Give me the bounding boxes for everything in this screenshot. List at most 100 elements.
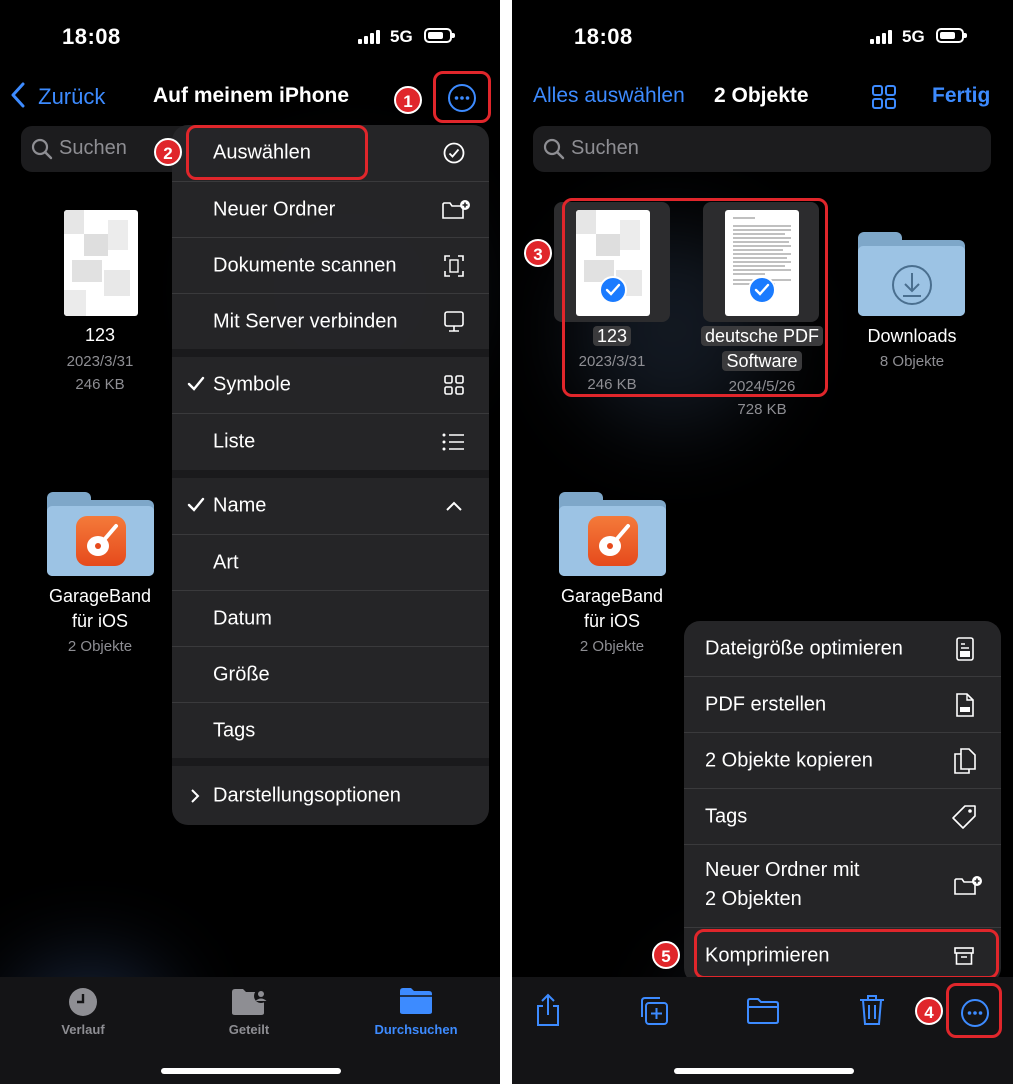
grid-icon (444, 375, 464, 395)
search-icon (543, 138, 565, 160)
annotation-badge-4: 4 (915, 997, 943, 1025)
battery-icon (424, 28, 455, 43)
tab-geteilt[interactable]: Geteilt (189, 977, 309, 1057)
done-button[interactable]: Fertig (932, 84, 990, 108)
folder-name-line2: für iOS (71, 611, 128, 631)
list-icon (442, 433, 464, 451)
trash-icon[interactable] (858, 993, 886, 1027)
folder-meta: 8 Objekte (879, 353, 945, 370)
share-icon[interactable] (535, 993, 561, 1027)
toolbar (512, 977, 1013, 1084)
tab-bar: Verlauf Geteilt Durchsuchen (0, 977, 500, 1084)
menu-label: Neuer Ordner (213, 198, 336, 220)
copy-docs-icon (954, 747, 976, 774)
file-size: 246 KB (75, 376, 125, 393)
folder-icon (400, 988, 432, 1014)
back-button[interactable]: Zurück (10, 82, 105, 110)
annotation-badge-1: 1 (394, 86, 422, 114)
menu-label: Mit Server verbinden (213, 310, 398, 332)
back-label: Zurück (38, 84, 106, 109)
select-all-button[interactable]: Alles auswählen (533, 84, 685, 108)
menu-label: PDF erstellen (705, 693, 827, 715)
menu-item-tags[interactable]: Tags (172, 703, 489, 758)
shared-folder-icon (232, 989, 268, 1015)
tab-label: Geteilt (228, 1022, 270, 1037)
folder-plus-icon (442, 199, 470, 219)
menu-item-dokumente-scannen[interactable]: Dokumente scannen (172, 238, 489, 293)
battery-icon (936, 28, 967, 43)
annotation-box-1 (433, 71, 491, 123)
move-folder-icon[interactable] (746, 997, 780, 1025)
annotation-badge-2: 2 (154, 138, 182, 166)
menu-item-neuer-ordner-mit-objekten[interactable]: Neuer Ordner mit 2 Objekten (684, 845, 1001, 927)
menu-label: Liste (213, 430, 256, 453)
menu-item-objekte-kopieren[interactable]: 2 Objekte kopieren (684, 733, 1001, 788)
tab-durchsuchen[interactable]: Durchsuchen (356, 977, 476, 1057)
folder-name-line2: für iOS (583, 611, 640, 631)
menu-item-liste[interactable]: Liste (172, 414, 489, 470)
network-label: 5G (390, 27, 413, 46)
grid-view-icon[interactable] (871, 84, 897, 110)
menu-item-pdf-erstellen[interactable]: PDF erstellen (684, 677, 1001, 732)
menu-item-neuer-ordner[interactable]: Neuer Ordner (172, 182, 489, 237)
menu-item-name[interactable]: Name (172, 478, 489, 534)
checkmark-icon (187, 497, 205, 512)
status-time: 18:08 (62, 24, 121, 49)
search-icon (31, 138, 53, 160)
home-indicator (674, 1068, 854, 1074)
right-screen: 18:08 5G Alles auswählen 2 Objekte Ferti… (512, 0, 1013, 1084)
clock-icon (69, 988, 97, 1016)
menu-item-symbole[interactable]: Symbole (172, 357, 489, 413)
folder-name-line1: GarageBand (560, 586, 664, 606)
file-name: 123 (84, 325, 116, 345)
home-indicator (161, 1068, 341, 1074)
folder-name: Downloads (867, 326, 957, 346)
menu-label: Größe (213, 663, 270, 685)
page-title: 2 Objekte (714, 84, 809, 107)
menu-label-line1: Neuer Ordner mit (705, 859, 860, 881)
menu-item-groesse[interactable]: Größe (172, 647, 489, 702)
garageband-icon (76, 516, 126, 566)
context-menu: Auswählen Neuer Ordner Dokumente scannen… (172, 125, 489, 825)
annotation-box-3 (562, 198, 828, 397)
menu-item-darstellungsoptionen[interactable]: Darstellungsoptionen (172, 766, 489, 825)
menu-item-art[interactable]: Art (172, 535, 489, 590)
menu-item-mit-server-verbinden[interactable]: Mit Server verbinden (172, 294, 489, 349)
resize-doc-icon (956, 636, 974, 661)
menu-label: Art (213, 551, 239, 573)
menu-label-line2: 2 Objekten (705, 888, 802, 910)
menu-label: Tags (213, 719, 256, 741)
annotation-box-2 (186, 125, 368, 180)
search-placeholder: Suchen (59, 137, 127, 159)
annotation-box-5 (694, 929, 999, 979)
signal-icon (870, 30, 892, 44)
page-title: Auf meinem iPhone (153, 84, 350, 107)
checkmark-circle-icon (443, 142, 465, 164)
menu-item-dateigroesse-optimieren[interactable]: Dateigröße optimieren (684, 621, 1001, 676)
menu-label: Dokumente scannen (213, 254, 397, 276)
garageband-icon (588, 516, 638, 566)
chevron-right-icon (191, 789, 200, 803)
folder-name-line1: GarageBand (48, 586, 152, 606)
tab-label: Verlauf (61, 1022, 105, 1037)
tag-icon (952, 804, 976, 829)
file-date: 2023/3/31 (66, 353, 134, 370)
display-icon (444, 310, 464, 332)
duplicate-icon[interactable] (638, 995, 670, 1027)
tab-label: Durchsuchen (374, 1022, 458, 1037)
menu-label: Darstellungsoptionen (213, 784, 401, 806)
annotation-box-4 (946, 983, 1002, 1038)
annotation-badge-3: 3 (524, 239, 552, 267)
annotation-badge-5: 5 (652, 941, 680, 969)
file-thumbnail[interactable] (64, 210, 138, 316)
menu-label: 2 Objekte kopieren (705, 749, 873, 771)
search-field[interactable]: Suchen (533, 126, 991, 172)
chevron-up-icon (446, 501, 462, 511)
checkmark-icon (187, 376, 205, 391)
tab-verlauf[interactable]: Verlauf (23, 977, 143, 1057)
menu-item-datum[interactable]: Datum (172, 591, 489, 646)
menu-label: Dateigröße optimieren (705, 637, 903, 659)
menu-label: Name (213, 494, 267, 517)
menu-item-tags[interactable]: Tags (684, 789, 1001, 844)
left-screen: 18:08 5G Zurück Auf meinem iPhone 1 Such… (0, 0, 500, 1084)
